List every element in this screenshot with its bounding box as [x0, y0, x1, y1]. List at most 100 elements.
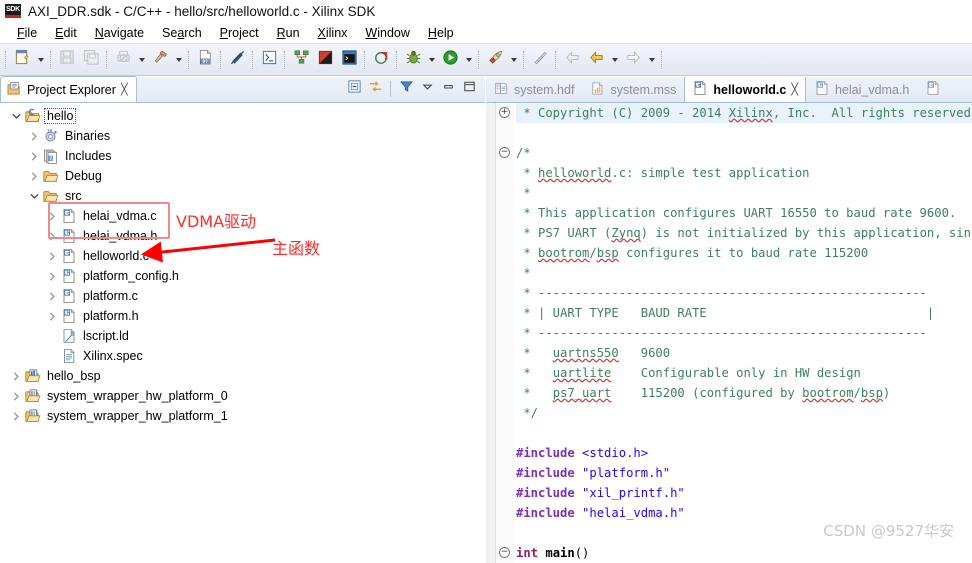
chevron-right-icon[interactable] — [26, 166, 42, 186]
maximize-view-button[interactable] — [459, 79, 479, 99]
tree-item-includes[interactable]: h Includes — [0, 146, 485, 166]
close-icon[interactable]: ╳ — [121, 83, 128, 96]
tree-item-system_wrapper_hw_platform_0[interactable]: system_wrapper_hw_platform_0 — [0, 386, 485, 406]
tree-item-hello_bsp[interactable]: hello_bsp — [0, 366, 485, 386]
tree-item-platform-c[interactable]: .c platform.c — [0, 286, 485, 306]
tree-item-helai_vdma-h[interactable]: .h helai_vdma.h — [0, 226, 485, 246]
tree-item-src[interactable]: src — [0, 186, 485, 206]
xsct-console-button[interactable] — [337, 48, 361, 72]
close-icon[interactable]: ╳ — [791, 83, 798, 96]
view-filter-button[interactable] — [396, 79, 416, 99]
back-dropdown-arrow[interactable] — [608, 48, 621, 72]
new-wizard-dropdown-arrow[interactable] — [34, 48, 47, 72]
view-menu-button[interactable] — [417, 79, 437, 99]
build-dropdown-arrow[interactable] — [172, 48, 185, 72]
debug-dropdown-arrow[interactable] — [425, 48, 438, 72]
tree-item-platform-h[interactable]: .h platform.h — [0, 306, 485, 326]
tree-item-helloworld-c[interactable]: .c helloworld.c — [0, 246, 485, 266]
editor-tab-label: system.hdf — [514, 82, 575, 97]
editor-marker-gutter[interactable] — [486, 103, 496, 563]
new-c-file-button[interactable]: 010 — [193, 48, 217, 72]
editor-tab-overflow[interactable]: .c — [917, 77, 949, 102]
menu-file[interactable]: File — [8, 24, 46, 42]
editor-folding-column[interactable]: + − − — [496, 103, 514, 563]
menu-project[interactable]: Project — [211, 24, 268, 42]
expand-fold-icon[interactable]: + — [499, 107, 510, 118]
program-fpga-button[interactable] — [289, 48, 313, 72]
open-terminal-button[interactable] — [257, 48, 281, 72]
menu-navigate[interactable]: Navigate — [86, 24, 153, 42]
svg-text:.c: .c — [64, 252, 70, 257]
collapse-all-button[interactable] — [344, 79, 364, 99]
editor-tab-helloworld-c[interactable]: .c helloworld.c ╳ — [684, 77, 806, 102]
print-button[interactable] — [111, 48, 135, 72]
profile-dropdown-arrow[interactable] — [507, 48, 520, 72]
launch-shell-button[interactable] — [313, 48, 337, 72]
menu-help[interactable]: Help — [419, 24, 463, 42]
program-flash-button[interactable] — [369, 48, 393, 72]
includes-icon: h — [42, 147, 60, 165]
minimize-view-button[interactable] — [438, 79, 458, 99]
menu-run[interactable]: Run — [268, 24, 309, 42]
chevron-right-icon[interactable] — [26, 146, 42, 166]
twisty-placeholder — [44, 346, 60, 366]
link-with-editor-button[interactable] — [365, 79, 385, 99]
run-button[interactable] — [438, 48, 462, 72]
source-editor[interactable]: + − − * Copyright (C) 2009 - 2014 Xilinx, … — [486, 103, 972, 563]
menu-xilinx[interactable]: Xilinx — [309, 24, 357, 42]
title-bar: SDK AXI_DDR.sdk - C/C++ - hello/src/hell… — [0, 0, 972, 22]
refresh-red-icon — [373, 49, 390, 71]
chevron-right-icon[interactable] — [8, 366, 24, 386]
binary-file-icon: 010 — [197, 49, 214, 71]
tree-item-debug[interactable]: Debug — [0, 166, 485, 186]
chevron-right-icon[interactable] — [44, 206, 60, 226]
save-all-button[interactable] — [79, 48, 103, 72]
menu-window[interactable]: Window — [356, 24, 418, 42]
chevron-right-icon[interactable] — [8, 386, 24, 406]
ruler-button[interactable] — [528, 48, 552, 72]
print-dropdown-arrow[interactable] — [135, 48, 148, 72]
tree-item-system_wrapper_hw_platform_1[interactable]: system_wrapper_hw_platform_1 — [0, 406, 485, 426]
toggle-mark-occurrences-button[interactable] — [225, 48, 249, 72]
forward-button[interactable] — [621, 48, 645, 72]
xilinx-sdk-window: SDK AXI_DDR.sdk - C/C++ - hello/src/hell… — [0, 0, 972, 563]
c-file-icon: .c — [60, 247, 78, 265]
run-dropdown-arrow[interactable] — [462, 48, 475, 72]
chevron-right-icon[interactable] — [8, 406, 24, 426]
tab-project-explorer[interactable]: Project Explorer ╳ — [0, 76, 137, 102]
build-button[interactable] — [148, 48, 172, 72]
tree-item-lscript-ld[interactable]: lscript.ld — [0, 326, 485, 346]
forward-dropdown-arrow[interactable] — [645, 48, 658, 72]
chevron-down-icon[interactable] — [8, 106, 24, 126]
editor-code-content[interactable]: * Copyright (C) 2009 - 2014 Xilinx, Inc.… — [514, 103, 972, 563]
chevron-right-icon[interactable] — [44, 306, 60, 326]
editor-tab-system-mss[interactable]: system.mss — [582, 77, 684, 102]
profile-button[interactable] — [483, 48, 507, 72]
menu-search[interactable]: Search — [153, 24, 211, 42]
editor-tab-system-hdf[interactable]: system.hdf — [486, 77, 582, 102]
chevron-right-icon[interactable] — [44, 246, 60, 266]
chevron-down-icon[interactable] — [26, 186, 42, 206]
chevron-right-icon[interactable] — [44, 266, 60, 286]
tree-item-binaries[interactable]: 10 Binaries — [0, 126, 485, 146]
code-line: * uartns550 9600 — [516, 346, 671, 360]
chevron-right-icon[interactable] — [44, 226, 60, 246]
tree-item-platform_config-h[interactable]: .h platform_config.h — [0, 266, 485, 286]
new-wizard-button[interactable] — [10, 48, 34, 72]
tree-item-label: system_wrapper_hw_platform_1 — [47, 409, 228, 423]
back-button[interactable] — [584, 48, 608, 72]
project-explorer-tabbar: Project Explorer ╳ — [0, 76, 485, 103]
tree-item-helai_vdma-c[interactable]: .c helai_vdma.c — [0, 206, 485, 226]
collapse-fold-icon[interactable]: − — [499, 547, 510, 558]
tree-item-xilinx-spec[interactable]: Xilinx.spec — [0, 346, 485, 366]
debug-button[interactable] — [401, 48, 425, 72]
chevron-right-icon[interactable] — [44, 286, 60, 306]
editor-tab-helai_vdma-h[interactable]: .h helai_vdma.h — [806, 77, 917, 102]
back-history-button[interactable] — [560, 48, 584, 72]
menu-edit[interactable]: Edit — [46, 24, 86, 42]
chevron-right-icon[interactable] — [26, 126, 42, 146]
save-button[interactable] — [55, 48, 79, 72]
collapse-fold-icon[interactable]: − — [499, 147, 510, 158]
tree-item-hello[interactable]: hello — [0, 106, 485, 126]
